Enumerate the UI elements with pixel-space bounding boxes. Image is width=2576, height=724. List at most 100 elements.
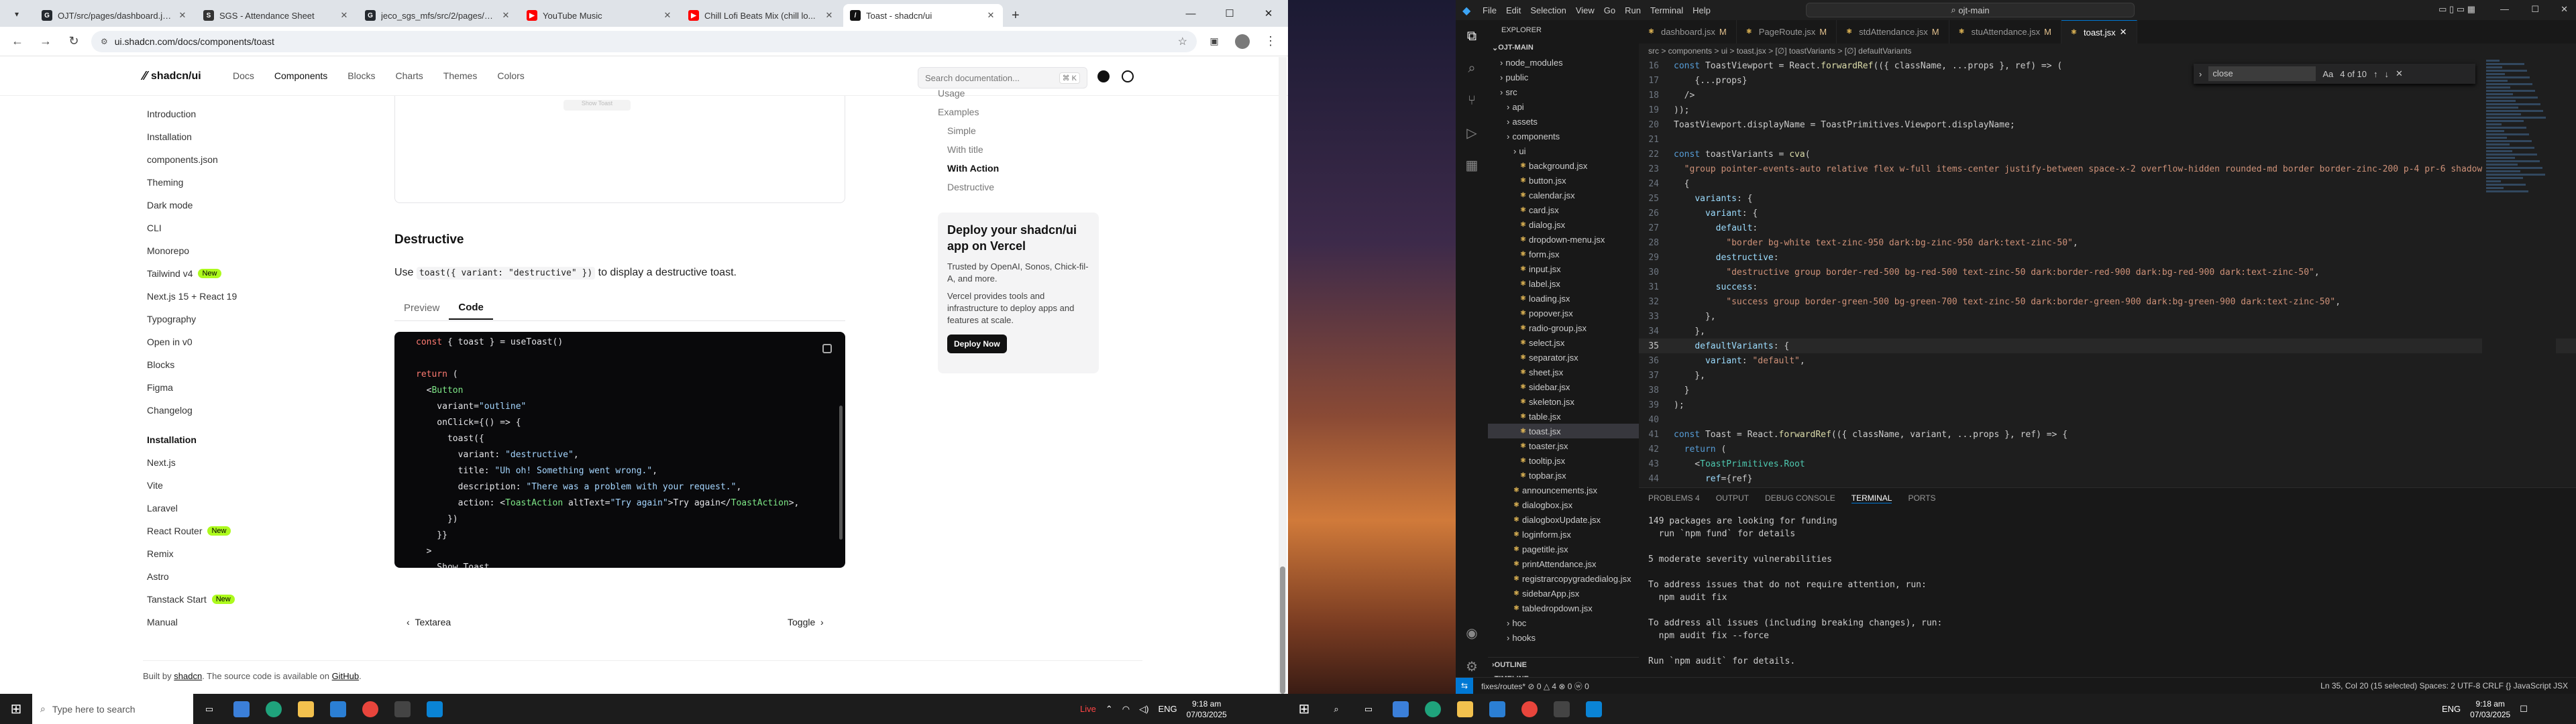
browser-tab[interactable]: S SGS - Attendance Sheet ✕ <box>197 4 356 27</box>
explorer-file[interactable]: ⚛ label.jsx <box>1488 276 1639 291</box>
panel-tab[interactable]: PORTS <box>1908 493 1935 503</box>
workspace-root[interactable]: ⌄ OJT-MAIN <box>1488 40 1639 55</box>
editor-tab[interactable]: ⚛ stdAttendance.jsx M <box>1837 20 1949 44</box>
code-line[interactable]: 25 variants: { <box>1639 191 2576 206</box>
code-line[interactable]: 31 success: <box>1639 280 2576 294</box>
footer-github-link[interactable]: GitHub <box>332 671 359 681</box>
explorer-file[interactable]: ⚛ sidebar.jsx <box>1488 379 1639 394</box>
search-icon-2[interactable]: ⌕ <box>1320 694 1352 724</box>
sidebar-item[interactable]: components.json <box>147 148 294 171</box>
code-line[interactable]: 34 }, <box>1639 324 2576 339</box>
theme-toggle-icon[interactable] <box>1122 70 1134 82</box>
code-line[interactable]: 37 }, <box>1639 368 2576 383</box>
vscode-icon-2[interactable] <box>1578 694 1610 724</box>
explorer-icon[interactable] <box>290 694 322 724</box>
vscode-icon[interactable] <box>419 694 451 724</box>
code-line[interactable]: 35 defaultVariants: { <box>1639 339 2576 353</box>
reload-button[interactable]: ↻ <box>63 31 85 52</box>
minimap[interactable] <box>2482 58 2556 487</box>
explorer-file[interactable]: ⚛ dropdown-menu.jsx <box>1488 232 1639 247</box>
tab-close-icon[interactable]: ✕ <box>662 10 673 21</box>
explorer-file[interactable]: ⚛ input.jsx <box>1488 261 1639 276</box>
browser-tab[interactable]: G OJT/src/pages/dashboard.jsx at ... ✕ <box>35 4 195 27</box>
editor-tab[interactable]: ⚛ PageRoute.jsx M <box>1737 20 1837 44</box>
code-line[interactable]: 41 const Toast = React.forwardRef(({ clas… <box>1639 427 2576 442</box>
deploy-now-button[interactable]: Deploy Now <box>947 335 1007 353</box>
extensions-icon[interactable]: ▣ <box>1203 31 1225 52</box>
status-right[interactable]: Ln 35, Col 20 (15 selected) Spaces: 2 UT… <box>2320 681 2568 690</box>
back-button[interactable]: ← <box>7 31 28 52</box>
tray-chevron-icon[interactable]: ⌃ <box>1106 704 1113 715</box>
sidebar-item[interactable]: Introduction <box>147 103 294 125</box>
copilot-icon-2[interactable] <box>1385 694 1417 724</box>
sidebar-item[interactable]: Changelog <box>147 399 294 422</box>
chrome-icon-2[interactable] <box>1513 694 1546 724</box>
menu-run[interactable]: Run <box>1625 5 1641 15</box>
explorer-file[interactable]: ⚛ tabledropdown.jsx <box>1488 601 1639 615</box>
explorer-folder[interactable]: › hooks <box>1488 630 1639 645</box>
panel-tab[interactable]: TERMINAL <box>1851 493 1892 503</box>
terminal-output[interactable]: 149 packages are looking for funding run… <box>1639 508 2576 694</box>
site-logo[interactable]: ⁄⁄ shadcn/ui <box>143 69 201 83</box>
explorer-file[interactable]: ⚛ card.jsx <box>1488 202 1639 217</box>
layout-icons[interactable]: ▭ ▯ ▭ ▦ <box>2438 4 2475 15</box>
code-scrollbar[interactable] <box>839 406 843 540</box>
minimize-button[interactable]: — <box>1171 0 1210 27</box>
next-match-icon[interactable]: ↓ <box>2385 69 2390 79</box>
forward-button[interactable]: → <box>35 31 56 52</box>
address-bar[interactable]: ⚙ ui.shadcn.com/docs/components/toast ☆ <box>91 30 1197 52</box>
menu-view[interactable]: View <box>1576 5 1595 15</box>
show-toast-button-faded[interactable]: Show Toast <box>564 100 631 111</box>
explorer-file[interactable]: ⚛ sidebarApp.jsx <box>1488 586 1639 601</box>
site-info-icon[interactable]: ⚙ <box>101 37 108 46</box>
code-line[interactable]: 21 <box>1639 132 2576 147</box>
explorer-file[interactable]: ⚛ tooltip.jsx <box>1488 453 1639 468</box>
sidebar-item[interactable]: Vite <box>147 474 294 497</box>
explorer-file[interactable]: ⚛ registrarcopygradedialog.jsx <box>1488 571 1639 586</box>
menu-kebab-icon[interactable]: ⋮ <box>1260 31 1281 52</box>
sidebar-item[interactable]: Next.js 15 + React 19 <box>147 285 294 308</box>
new-tab-button[interactable]: + <box>1005 4 1026 27</box>
editor-tab[interactable]: ⚛ toast.jsx ✕ <box>2061 20 2137 44</box>
explorer-icon-2[interactable] <box>1449 694 1481 724</box>
explorer-file[interactable]: ⚛ radio-group.jsx <box>1488 320 1639 335</box>
bookmark-star-icon[interactable]: ☆ <box>1178 35 1187 48</box>
sidebar-item[interactable]: Remix <box>147 542 294 565</box>
explorer-file[interactable]: ⚛ announcements.jsx <box>1488 483 1639 497</box>
menu-selection[interactable]: Selection <box>1530 5 1566 15</box>
status-left[interactable]: fixes/routes* ⊘ 0 △ 4 ⊗ 0 ⓦ 0 <box>1481 680 1589 692</box>
terminal-icon[interactable] <box>386 694 419 724</box>
code-line[interactable]: 27 default: <box>1639 221 2576 235</box>
panel-tab[interactable]: DEBUG CONSOLE <box>1765 493 1835 503</box>
github-icon[interactable] <box>1097 70 1110 82</box>
explorer-icon[interactable]: ⧉ <box>1456 20 1488 52</box>
sidebar-item[interactable]: Figma <box>147 376 294 399</box>
nav-link-components[interactable]: Components <box>274 70 327 81</box>
explorer-file[interactable]: ⚛ sheet.jsx <box>1488 365 1639 379</box>
code-line[interactable]: 24 { <box>1639 176 2576 191</box>
menu-edit[interactable]: Edit <box>1506 5 1521 15</box>
tab-code[interactable]: Code <box>449 296 493 320</box>
explorer-file[interactable]: ⚛ toast.jsx <box>1488 424 1639 438</box>
explorer-file[interactable]: ⚛ calendar.jsx <box>1488 188 1639 202</box>
toggle-replace-icon[interactable]: › <box>2199 69 2202 79</box>
explorer-file[interactable]: ⚛ form.jsx <box>1488 247 1639 261</box>
toc-item[interactable]: Destructive <box>938 178 1059 196</box>
sidebar-item[interactable]: Laravel <box>147 497 294 520</box>
copy-icon[interactable] <box>822 344 832 353</box>
account-icon[interactable]: ◉ <box>1456 617 1488 649</box>
explorer-file[interactable]: ⚛ background.jsx <box>1488 158 1639 173</box>
code-line[interactable]: 29 destructive: <box>1639 250 2576 265</box>
match-case-icon[interactable]: Aa <box>2322 69 2333 79</box>
maximize-button[interactable]: ☐ <box>1210 0 1249 27</box>
network-icon[interactable]: ◠ <box>1122 704 1130 715</box>
toc-item[interactable]: Simple <box>938 121 1059 140</box>
run-debug-icon[interactable]: ▷ <box>1456 117 1488 149</box>
vs-close[interactable]: ✕ <box>2561 4 2568 15</box>
toc-item[interactable]: Usage <box>938 84 1059 103</box>
explorer-folder[interactable]: › assets <box>1488 114 1639 129</box>
volume-icon[interactable]: ◁) <box>1139 704 1148 715</box>
toc-item[interactable]: With title <box>938 140 1059 159</box>
nav-link-themes[interactable]: Themes <box>443 70 478 81</box>
browser-tab[interactable]: ▶ Chill Lofi Beats Mix (chill lo... ✕ <box>682 4 841 27</box>
